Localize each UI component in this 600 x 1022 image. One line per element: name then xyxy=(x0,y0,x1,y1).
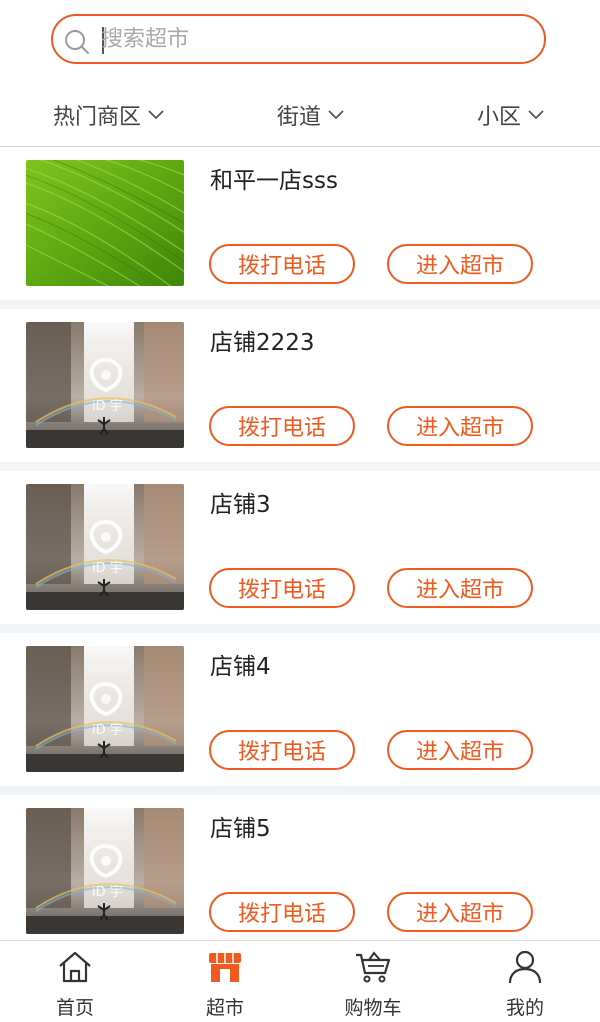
app-root: 热门商区 街道 小区 xyxy=(0,0,600,1022)
call-button[interactable]: 拨打电话 xyxy=(209,730,355,770)
store-card[interactable]: iD 宇 店铺2223 拨打电话 进入超市 xyxy=(0,309,600,462)
enter-store-button[interactable]: 进入超市 xyxy=(387,406,533,446)
store-thumbnail-waterfall: iD 宇 xyxy=(26,322,184,448)
filter-label: 热门商区 xyxy=(53,105,142,130)
tab-label: 我的 xyxy=(505,997,544,1019)
store-card[interactable]: iD 宇 店铺3 拨打电话 进入超市 xyxy=(0,471,600,624)
store-thumbnail-waterfall: iD 宇 xyxy=(26,808,184,934)
store-name: 店铺2223 xyxy=(210,330,315,356)
store-name: 和平一店sss xyxy=(210,168,338,194)
home-icon xyxy=(59,951,91,983)
svg-text:iD 宇: iD 宇 xyxy=(92,561,123,576)
tab-mine[interactable]: 我的 xyxy=(470,949,580,1020)
search-header xyxy=(0,0,600,86)
svg-text:iD 宇: iD 宇 xyxy=(92,723,123,738)
enter-store-button[interactable]: 进入超市 xyxy=(387,244,533,284)
search-input[interactable] xyxy=(101,24,531,54)
store-name: 店铺3 xyxy=(210,492,271,518)
store-thumbnail-waterfall: iD 宇 xyxy=(26,646,184,772)
filter-community[interactable]: 小区 xyxy=(477,99,545,131)
filter-label: 小区 xyxy=(477,105,522,130)
store-list: 和平一店sss 拨打电话 进入超市 iD 宇 店铺2223 拨打电话 进入超市 … xyxy=(0,147,600,957)
tab-label: 超市 xyxy=(205,997,244,1019)
svg-text:iD 宇: iD 宇 xyxy=(92,399,123,414)
store-name: 店铺4 xyxy=(210,654,271,680)
enter-store-button[interactable]: 进入超市 xyxy=(387,730,533,770)
tab-home[interactable]: 首页 xyxy=(20,949,130,1020)
chevron-down-icon xyxy=(528,110,544,120)
store-icon xyxy=(209,953,241,982)
svg-text:iD 宇: iD 宇 xyxy=(92,885,123,900)
cart-icon xyxy=(356,951,391,983)
store-card[interactable]: iD 宇 店铺4 拨打电话 进入超市 xyxy=(0,633,600,786)
search-icon xyxy=(65,30,89,54)
filter-street[interactable]: 街道 xyxy=(277,99,345,131)
filter-hot-business-district[interactable]: 热门商区 xyxy=(53,99,165,131)
enter-store-button[interactable]: 进入超市 xyxy=(387,892,533,932)
tab-label: 首页 xyxy=(55,997,94,1019)
call-button[interactable]: 拨打电话 xyxy=(209,406,355,446)
filter-label: 街道 xyxy=(277,105,322,130)
store-card[interactable]: iD 宇 店铺5 拨打电话 进入超市 xyxy=(0,795,600,948)
search-box[interactable] xyxy=(51,14,546,64)
tab-supermarket[interactable]: 超市 xyxy=(170,949,280,1020)
call-button[interactable]: 拨打电话 xyxy=(209,244,355,284)
chevron-down-icon xyxy=(328,110,344,120)
tab-label: 购物车 xyxy=(344,997,402,1019)
store-thumbnail-green-leaf xyxy=(26,160,184,286)
bottom-tab-bar: 首页 超市 购物车 我的 xyxy=(0,940,600,1022)
store-thumbnail-waterfall: iD 宇 xyxy=(26,484,184,610)
store-card[interactable]: 和平一店sss 拨打电话 进入超市 xyxy=(0,147,600,300)
chevron-down-icon xyxy=(148,110,164,120)
user-icon xyxy=(508,950,542,984)
call-button[interactable]: 拨打电话 xyxy=(209,892,355,932)
call-button[interactable]: 拨打电话 xyxy=(209,568,355,608)
enter-store-button[interactable]: 进入超市 xyxy=(387,568,533,608)
store-name: 店铺5 xyxy=(210,816,271,842)
tab-cart[interactable]: 购物车 xyxy=(318,949,428,1020)
filter-bar: 热门商区 街道 小区 xyxy=(0,86,600,147)
